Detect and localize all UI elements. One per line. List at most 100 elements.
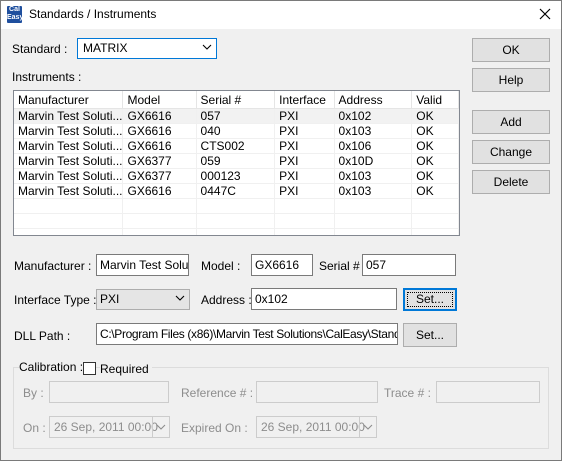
table-header: Manufacturer Model Serial # Interface Ad…: [14, 91, 459, 109]
cell-interface: PXI: [274, 138, 335, 154]
title-bar: Cal Easy Standards / Instruments: [1, 1, 561, 29]
date-dropdown-button[interactable]: [152, 417, 169, 437]
on-date-value: 26 Sep, 2011 00:00: [54, 420, 158, 434]
cell-interface: PXI: [274, 123, 335, 139]
cell-interface: PXI: [274, 153, 335, 169]
cell-address: 0x103: [334, 168, 413, 184]
reference-field[interactable]: [256, 381, 378, 403]
serial-field[interactable]: 057: [362, 254, 456, 276]
cell-manufacturer: Marvin Test Soluti...: [14, 108, 124, 124]
set-dll-button[interactable]: Set...: [403, 323, 457, 347]
instruments-label: Instruments :: [12, 70, 82, 84]
caleasy-app-icon: Cal Easy: [7, 6, 24, 23]
cell-valid: OK: [411, 123, 459, 139]
cell-address: 0x106: [334, 138, 413, 154]
table-row[interactable]: Marvin Test Soluti... GX6616 0447C PXI 0…: [14, 183, 459, 199]
standards-instruments-dialog: Cal Easy Standards / Instruments Standard…: [0, 0, 562, 461]
ok-button[interactable]: OK: [472, 38, 550, 62]
set-address-button[interactable]: Set...: [403, 288, 457, 311]
interface-type-value: PXI: [100, 292, 120, 306]
cell-serial: 059: [196, 153, 276, 169]
empty-row: [14, 213, 459, 229]
column-header-valid[interactable]: Valid: [411, 91, 459, 109]
chevron-down-icon: [363, 424, 373, 430]
standard-select[interactable]: MATRIX: [77, 38, 217, 59]
help-button[interactable]: Help: [472, 68, 550, 92]
on-date-picker[interactable]: 26 Sep, 2011 00:00: [49, 416, 170, 438]
standard-label: Standard :: [12, 42, 68, 56]
model-field[interactable]: GX6616: [251, 254, 313, 276]
expired-on-label: Expired On :: [181, 421, 248, 435]
empty-row: [14, 228, 459, 235]
cell-manufacturer: Marvin Test Soluti...: [14, 153, 124, 169]
cell-valid: OK: [411, 168, 459, 184]
calibration-label: Calibration :: [19, 360, 87, 374]
manufacturer-label: Manufacturer :: [14, 259, 92, 273]
manufacturer-field[interactable]: Marvin Test Soluti: [96, 254, 189, 276]
focus-rectangle: [407, 292, 453, 307]
delete-button[interactable]: Delete: [472, 170, 550, 194]
cell-address: 0x103: [334, 183, 413, 199]
column-header-manufacturer[interactable]: Manufacturer: [14, 91, 124, 109]
cell-interface: PXI: [274, 183, 335, 199]
table-row[interactable]: Marvin Test Soluti... GX6616 040 PXI 0x1…: [14, 123, 459, 139]
empty-row: [14, 198, 459, 214]
cell-address: 0x103: [334, 123, 413, 139]
close-icon[interactable]: [533, 3, 557, 25]
address-label: Address :: [201, 293, 252, 307]
date-dropdown-button[interactable]: [359, 417, 376, 437]
add-button[interactable]: Add: [472, 110, 550, 134]
required-label[interactable]: Required: [100, 362, 152, 376]
cell-serial: 000123: [196, 168, 276, 184]
model-label: Model :: [201, 259, 241, 273]
trace-label: Trace # :: [384, 386, 431, 400]
cell-manufacturer: Marvin Test Soluti...: [14, 168, 124, 184]
address-field[interactable]: 0x102: [251, 288, 397, 310]
cell-serial: 0447C: [196, 183, 276, 199]
dll-path-field[interactable]: C:\Program Files (x86)\Marvin Test Solut…: [96, 323, 398, 345]
cell-model: GX6616: [122, 183, 197, 199]
change-button[interactable]: Change: [472, 140, 550, 164]
cell-manufacturer: Marvin Test Soluti...: [14, 183, 124, 199]
column-header-serial[interactable]: Serial #: [196, 91, 276, 109]
by-field[interactable]: [49, 381, 169, 403]
chevron-down-icon: [156, 424, 166, 430]
table-row[interactable]: Marvin Test Soluti... GX6616 CTS002 PXI …: [14, 138, 459, 154]
cell-valid: OK: [411, 108, 459, 124]
dll-path-label: DLL Path :: [14, 329, 71, 343]
cell-valid: OK: [411, 138, 459, 154]
column-header-interface[interactable]: Interface: [274, 91, 335, 109]
cell-model: GX6616: [122, 123, 197, 139]
cell-model: GX6377: [122, 168, 197, 184]
interface-type-select[interactable]: PXI: [96, 289, 190, 310]
cell-serial: 040: [196, 123, 276, 139]
serial-label: Serial # :: [319, 259, 367, 273]
required-checkbox[interactable]: [83, 362, 96, 375]
cell-model: GX6377: [122, 153, 197, 169]
cell-serial: CTS002: [196, 138, 276, 154]
column-header-address[interactable]: Address: [334, 91, 413, 109]
table-row[interactable]: Marvin Test Soluti... GX6377 000123 PXI …: [14, 168, 459, 184]
expired-on-date-picker[interactable]: 26 Sep, 2011 00:00: [256, 416, 377, 438]
table-row[interactable]: Marvin Test Soluti... GX6377 059 PXI 0x1…: [14, 153, 459, 169]
table-row[interactable]: Marvin Test Soluti... GX6616 057 PXI 0x1…: [14, 108, 459, 124]
cell-interface: PXI: [274, 108, 335, 124]
cell-manufacturer: Marvin Test Soluti...: [14, 138, 124, 154]
chevron-down-icon: [175, 295, 185, 301]
trace-field[interactable]: [436, 381, 540, 403]
reference-label: Reference # :: [181, 386, 254, 400]
cell-valid: OK: [411, 183, 459, 199]
instruments-table: Manufacturer Model Serial # Interface Ad…: [14, 91, 459, 235]
cell-interface: PXI: [274, 168, 335, 184]
cell-model: GX6616: [122, 108, 197, 124]
instruments-list[interactable]: Manufacturer Model Serial # Interface Ad…: [13, 90, 460, 236]
window-title: Standards / Instruments: [29, 7, 157, 21]
by-label: By :: [23, 386, 44, 400]
interface-type-label: Interface Type :: [14, 293, 97, 307]
column-header-model[interactable]: Model: [122, 91, 197, 109]
cell-manufacturer: Marvin Test Soluti...: [14, 123, 124, 139]
cell-valid: OK: [411, 153, 459, 169]
expired-on-date-value: 26 Sep, 2011 00:00: [261, 420, 365, 434]
cell-model: GX6616: [122, 138, 197, 154]
standard-select-value: MATRIX: [81, 41, 130, 55]
